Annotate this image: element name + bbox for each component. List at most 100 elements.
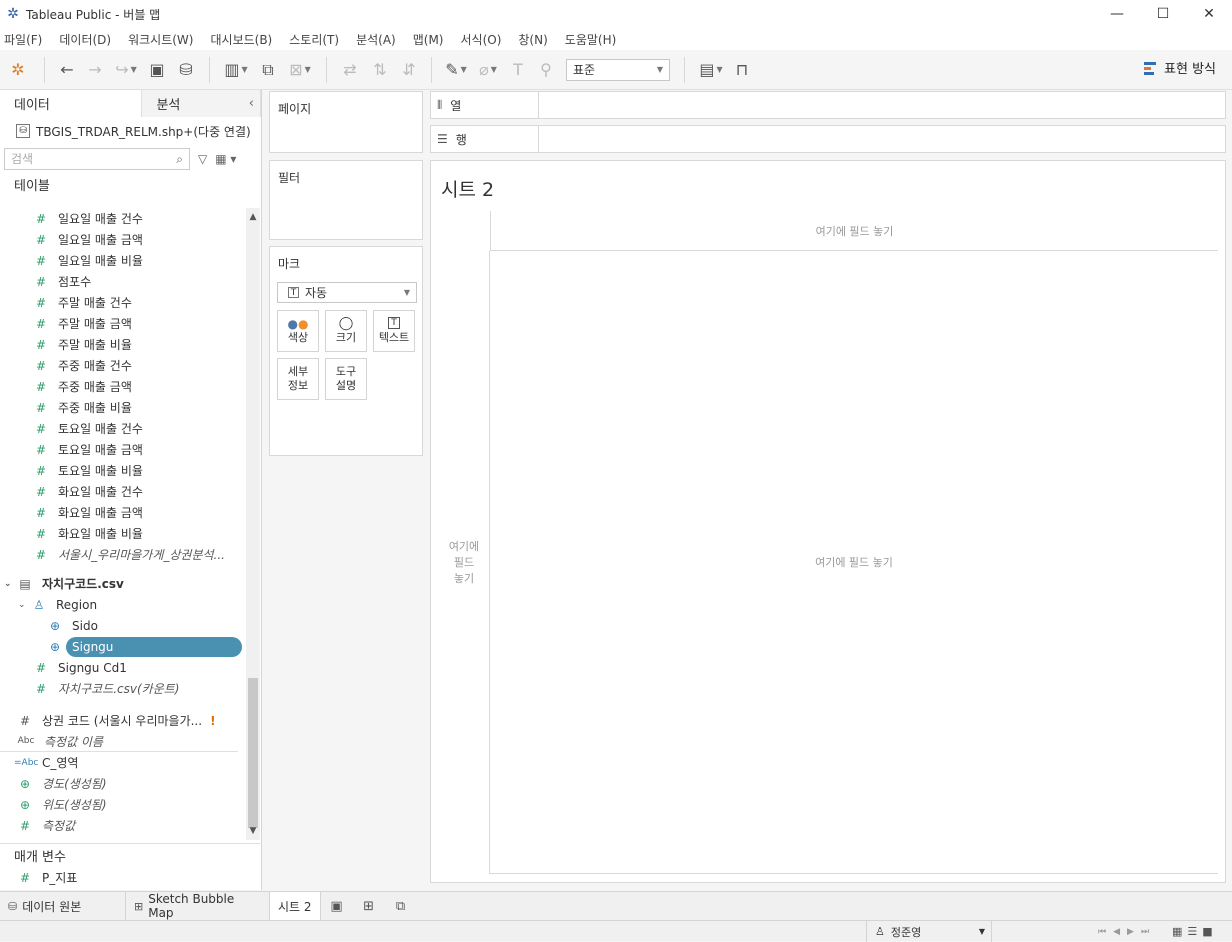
- field-item[interactable]: # 주중 매출 비율: [0, 397, 246, 418]
- list-view-icon[interactable]: ☰: [1187, 925, 1197, 938]
- filter-icon[interactable]: ▽: [198, 152, 207, 166]
- field-item[interactable]: # 주중 매출 금액: [0, 376, 246, 397]
- menu-story[interactable]: 스토리(T): [289, 31, 339, 48]
- replay-icon[interactable]: ↪ ▼: [109, 56, 143, 84]
- size-button[interactable]: ◯ 크기: [325, 310, 367, 352]
- menu-worksheet[interactable]: 워크시트(W): [128, 31, 193, 48]
- columns-drop-zone[interactable]: 여기에 필드 놓기: [490, 211, 1218, 251]
- field-item[interactable]: # 일요일 매출 금액: [0, 229, 246, 250]
- field-item[interactable]: Abc 측정값 이름: [0, 731, 238, 752]
- field-item[interactable]: # 주말 매출 건수: [0, 292, 246, 313]
- field-item[interactable]: # 주말 매출 비율: [0, 334, 246, 355]
- menu-map[interactable]: 맵(M): [413, 31, 444, 48]
- clear-sheet-icon[interactable]: ⊠ ▼: [282, 56, 318, 84]
- tableau-start-icon[interactable]: ✲: [0, 56, 36, 84]
- table-header-item[interactable]: ⌄ ▤ 자치구코드.csv: [0, 573, 246, 594]
- search-input[interactable]: [11, 152, 161, 166]
- first-sheet-icon[interactable]: ⏮: [1098, 927, 1106, 937]
- new-dashboard-icon[interactable]: ⊞: [353, 892, 385, 921]
- menu-data[interactable]: 데이터(D): [59, 31, 111, 48]
- view-drop-zone[interactable]: 여기에 필드 놓기: [490, 251, 1218, 874]
- grid-view-icon[interactable]: ▦: [1172, 925, 1182, 938]
- parameter-item[interactable]: # P_지표: [0, 867, 246, 888]
- sheet-title[interactable]: 시트 2: [441, 175, 494, 202]
- menu-analysis[interactable]: 분석(A): [356, 31, 396, 48]
- close-button[interactable]: ✕: [1186, 0, 1232, 28]
- field-item[interactable]: # 주말 매출 금액: [0, 313, 246, 334]
- last-sheet-icon[interactable]: ⏭: [1141, 927, 1149, 937]
- detail-button[interactable]: 세부 정보: [277, 358, 319, 400]
- user-menu[interactable]: ♙ 정준영 ▼: [866, 921, 992, 942]
- field-item[interactable]: # 측정값: [0, 815, 246, 836]
- selected-field-pill[interactable]: Signgu: [66, 636, 242, 657]
- tooltip-button[interactable]: 도구 설명: [325, 358, 367, 400]
- new-worksheet-icon[interactable]: ▥ ▼: [218, 56, 254, 84]
- undo-icon[interactable]: ←: [53, 56, 81, 84]
- field-list-scrollbar[interactable]: ▲ ▼: [246, 208, 260, 840]
- filters-shelf[interactable]: 필터: [269, 160, 423, 240]
- field-item[interactable]: # 서울시_우리마을가게_상권분석...: [0, 544, 246, 565]
- tab-sheet-2[interactable]: 시트 2: [270, 891, 321, 921]
- maximize-button[interactable]: ☐: [1140, 0, 1186, 28]
- color-button[interactable]: ●● 색상: [277, 310, 319, 352]
- field-item[interactable]: # 주중 매출 건수: [0, 355, 246, 376]
- group-icon[interactable]: ⌀ ▼: [472, 56, 504, 84]
- tab-datasource[interactable]: ⛁ 데이터 원본: [0, 891, 126, 921]
- field-item[interactable]: # 자치구코드.csv(카운트): [0, 678, 246, 699]
- search-field[interactable]: ⌕: [4, 148, 190, 170]
- field-item[interactable]: # 상권 코드 (서울시 우리마을가... !: [0, 710, 246, 731]
- view-options-icon[interactable]: ▦ ▾: [215, 152, 236, 166]
- sort-ascending-icon[interactable]: ⇅: [365, 56, 395, 84]
- chevron-down-icon[interactable]: ⌄: [4, 579, 18, 589]
- field-item[interactable]: ⊕ 경도(생성됨): [0, 773, 246, 794]
- field-item[interactable]: # 일요일 매출 비율: [0, 250, 246, 271]
- prev-sheet-icon[interactable]: ◀: [1113, 927, 1120, 937]
- field-item[interactable]: ⊕ Sido: [0, 615, 246, 636]
- field-item[interactable]: # 토요일 매출 건수: [0, 418, 246, 439]
- menu-file[interactable]: 파일(F): [4, 31, 42, 48]
- pages-shelf[interactable]: 페이지: [269, 91, 423, 153]
- filmstrip-view-icon[interactable]: ■: [1202, 925, 1212, 938]
- rows-shelf[interactable]: ☰ 행: [430, 125, 1226, 153]
- show-cards-icon[interactable]: ▤ ▼: [693, 56, 729, 84]
- field-item[interactable]: # 토요일 매출 비율: [0, 460, 246, 481]
- menu-window[interactable]: 창(N): [518, 31, 547, 48]
- save-icon[interactable]: ▣: [143, 56, 171, 84]
- menu-dashboard[interactable]: 대시보드(B): [210, 31, 272, 48]
- field-item[interactable]: # 토요일 매출 금액: [0, 439, 246, 460]
- fit-select[interactable]: 표준 ▼: [566, 58, 670, 81]
- new-worksheet-icon[interactable]: ▣: [321, 892, 353, 921]
- hierarchy-item[interactable]: ⌄ ♙ Region: [0, 594, 246, 615]
- duplicate-icon[interactable]: ⧉: [254, 56, 282, 84]
- rows-drop-zone[interactable]: 여기에 필드 놓기: [439, 251, 490, 874]
- sort-descending-icon[interactable]: ⇵: [395, 56, 423, 84]
- pin-icon[interactable]: ⚲: [532, 56, 560, 84]
- field-item[interactable]: ⊕ 위도(생성됨): [0, 794, 246, 815]
- tab-sketch-bubble-map[interactable]: ⊞ Sketch Bubble Map: [126, 891, 270, 921]
- menu-help[interactable]: 도움말(H): [565, 31, 617, 48]
- field-item-selected[interactable]: ⊕ Signgu: [0, 636, 246, 657]
- new-story-icon[interactable]: ⧉: [385, 892, 417, 921]
- minimize-button[interactable]: —: [1094, 0, 1140, 28]
- columns-shelf[interactable]: ⦀ 열: [430, 91, 1226, 119]
- show-me-button[interactable]: 표현 방식: [1144, 58, 1216, 77]
- new-datasource-icon[interactable]: ⛁: [171, 56, 201, 84]
- scroll-up-icon[interactable]: ▲: [246, 210, 260, 224]
- presentation-mode-icon[interactable]: ⊓: [729, 56, 755, 84]
- swap-icon[interactable]: ⇄: [335, 56, 365, 84]
- scroll-thumb[interactable]: [248, 678, 258, 828]
- labels-icon[interactable]: T: [504, 56, 532, 84]
- mark-type-select[interactable]: T 자동 ▼: [277, 282, 417, 303]
- field-item[interactable]: # Signgu Cd1: [0, 657, 246, 678]
- datasource-item[interactable]: ⛁ TBGIS_TRDAR_RELM.shp+(다중 연결): [0, 117, 261, 145]
- highlight-icon[interactable]: ✎ ▼: [440, 56, 472, 84]
- next-sheet-icon[interactable]: ▶: [1127, 927, 1134, 937]
- menu-format[interactable]: 서식(O): [461, 31, 502, 48]
- field-item[interactable]: # 화요일 매출 금액: [0, 502, 246, 523]
- collapse-icon[interactable]: ‹: [249, 96, 254, 111]
- chevron-down-icon[interactable]: ⌄: [18, 600, 32, 610]
- tab-analysis[interactable]: 분석 ‹: [142, 90, 261, 117]
- field-item[interactable]: # 화요일 매출 비율: [0, 523, 246, 544]
- tab-data[interactable]: 데이터: [0, 90, 143, 117]
- field-item[interactable]: # 화요일 매출 건수: [0, 481, 246, 502]
